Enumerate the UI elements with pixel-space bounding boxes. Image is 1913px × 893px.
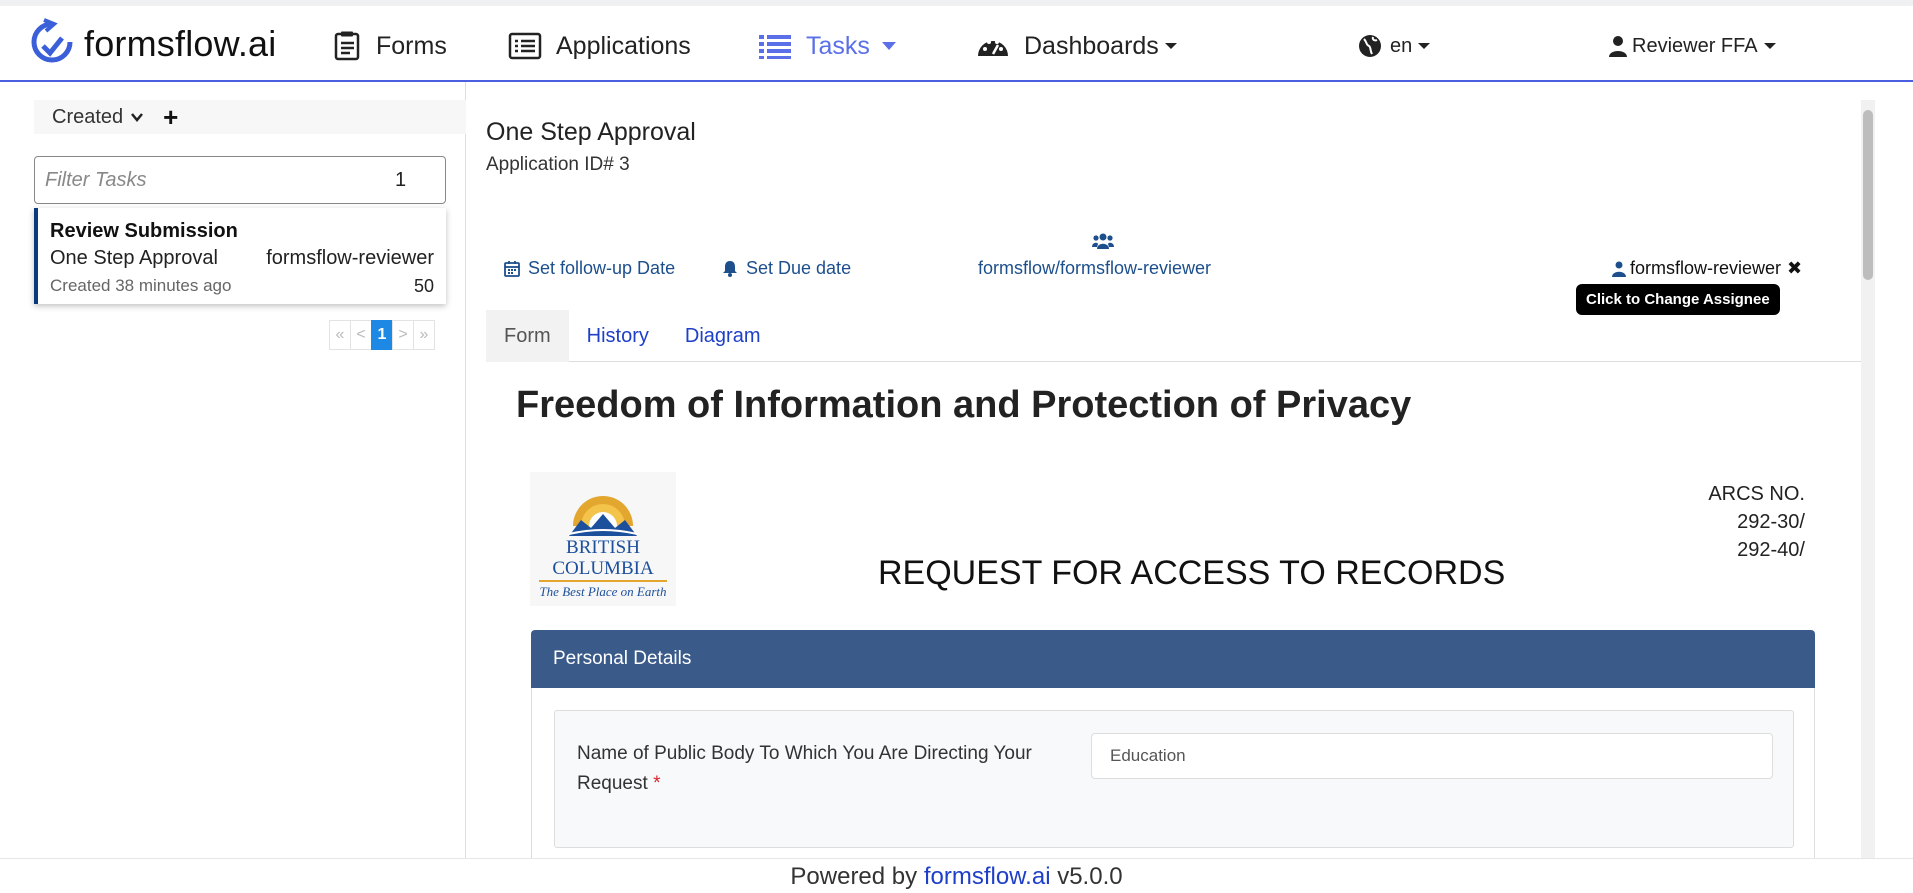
group-label: formsflow/formsflow-reviewer — [978, 258, 1212, 278]
forms-icon — [334, 31, 360, 61]
formsflow-logo-icon — [31, 18, 73, 63]
chevron-down-icon — [1763, 43, 1776, 49]
task-tabs: Form History Diagram — [486, 310, 1861, 362]
british-columbia-logo: BRITISH COLUMBIA The Best Place on Earth — [530, 472, 676, 606]
logo-line-1: BRITISH — [566, 537, 640, 558]
brand[interactable]: formsflow.ai — [30, 16, 276, 72]
chevron-down-icon — [1418, 43, 1431, 49]
group-link[interactable]: formsflow/formsflow-reviewer — [978, 258, 1211, 279]
set-due-date-button[interactable]: Set Due date — [722, 258, 851, 279]
task-list-panel: Created + 1 Review Submission One Step A… — [14, 82, 466, 858]
follow-up-label: Set follow-up Date — [528, 258, 676, 278]
personal-details-panel: Name of Public Body To Which You Are Dir… — [531, 688, 1815, 858]
globe-icon — [1359, 35, 1381, 57]
footer-link[interactable]: formsflow.ai — [924, 863, 1051, 890]
user-icon — [1609, 36, 1627, 57]
nav-applications[interactable]: Applications — [508, 26, 691, 66]
users-icon — [1092, 233, 1114, 249]
application-id: Application ID# 3 — [486, 154, 630, 175]
tab-history[interactable]: History — [569, 310, 667, 362]
detail-scrollbar[interactable] — [1861, 100, 1875, 858]
personal-details-header: Personal Details — [531, 630, 1815, 688]
footer-prefix: Powered by — [790, 863, 918, 890]
filter-tasks-input[interactable] — [45, 168, 385, 192]
top-navbar: formsflow.ai Forms Applications Tasks Da… — [0, 0, 1913, 82]
applications-icon — [508, 32, 542, 60]
user-menu[interactable]: Reviewer FFA — [1608, 26, 1776, 66]
public-body-label-text: Name of Public Body To Which You Are Dir… — [577, 743, 1032, 794]
task-list-item[interactable]: Review Submission One Step Approval form… — [34, 208, 446, 304]
next-page-button[interactable]: > — [392, 320, 414, 350]
public-body-label: Name of Public Body To Which You Are Dir… — [577, 739, 1037, 799]
sun-mountain-icon — [568, 496, 638, 536]
first-page-button[interactable]: « — [329, 320, 351, 350]
assignee-name: formsflow-reviewer — [1630, 258, 1782, 278]
sort-label: Created — [52, 105, 124, 128]
close-icon[interactable]: ✖ — [1787, 258, 1802, 279]
task-created: Created 38 minutes ago — [50, 276, 232, 295]
prev-page-button[interactable]: < — [350, 320, 372, 350]
bell-icon — [723, 261, 737, 277]
task-list-header: Created + — [34, 100, 466, 134]
arcs-line: 292-30/ — [1737, 511, 1805, 533]
scrollbar-thumb[interactable] — [1863, 110, 1873, 280]
chevron-down-icon — [881, 42, 896, 50]
nav-tasks[interactable]: Tasks — [758, 26, 896, 66]
tab-form[interactable]: Form — [486, 310, 569, 362]
language-label: en — [1390, 34, 1413, 57]
nav-dashboards[interactable]: Dashboards — [976, 26, 1177, 66]
chevron-down-icon — [1164, 43, 1177, 49]
arcs-line: 292-40/ — [1737, 539, 1805, 561]
set-follow-up-date-button[interactable]: Set follow-up Date — [504, 258, 675, 279]
last-page-button[interactable]: » — [413, 320, 435, 350]
footer: Powered by formsflow.ai v5.0.0 — [0, 858, 1913, 893]
task-title: Review Submission — [50, 220, 238, 242]
nav-tasks-label: Tasks — [806, 31, 870, 60]
nav-applications-label: Applications — [556, 31, 691, 60]
task-detail-panel: One Step Approval Application ID# 3 Set … — [466, 82, 1861, 858]
sort-dropdown[interactable]: Created — [52, 105, 144, 129]
logo-line-2: COLUMBIA — [552, 558, 654, 579]
list-icon — [759, 35, 791, 59]
language-selector[interactable]: en — [1358, 26, 1431, 66]
calendar-icon — [504, 261, 520, 277]
brand-name: formsflow.ai — [84, 23, 277, 64]
nav-forms-label: Forms — [376, 31, 447, 60]
task-process: One Step Approval — [50, 247, 218, 269]
logo-tagline: The Best Place on Earth — [539, 580, 667, 600]
required-indicator: * — [653, 773, 661, 794]
process-name: One Step Approval — [486, 118, 696, 146]
dashboard-icon — [978, 40, 1008, 56]
public-body-field-group: Name of Public Body To Which You Are Dir… — [554, 710, 1794, 848]
arcs-line: ARCS NO. — [1708, 483, 1805, 505]
public-body-input[interactable]: Education — [1091, 733, 1773, 779]
user-icon — [1612, 261, 1626, 277]
pagination: « < 1 > » — [329, 320, 435, 350]
add-filter-icon[interactable]: + — [163, 104, 178, 130]
page-1-button[interactable]: 1 — [371, 320, 393, 350]
footer-version: v5.0.0 — [1057, 863, 1123, 890]
form-title: Freedom of Information and Protection of… — [516, 384, 1412, 426]
task-assignee: formsflow-reviewer — [266, 247, 434, 269]
nav-forms[interactable]: Forms — [332, 26, 447, 66]
nav-dashboards-label: Dashboards — [1024, 31, 1159, 60]
chevron-down-icon — [131, 113, 144, 122]
tab-diagram[interactable]: Diagram — [667, 310, 779, 362]
task-priority: 50 — [413, 276, 434, 296]
due-date-label: Set Due date — [746, 258, 852, 278]
request-title: REQUEST FOR ACCESS TO RECORDS — [878, 554, 1506, 592]
user-name: Reviewer FFA — [1632, 34, 1758, 57]
arcs-number: ARCS NO. 292-30/ 292-40/ — [1708, 480, 1805, 564]
filter-count: 1 — [395, 168, 407, 191]
filter-tasks: 1 — [34, 156, 446, 204]
assignee[interactable]: formsflow-reviewer ✖ — [1612, 258, 1802, 279]
